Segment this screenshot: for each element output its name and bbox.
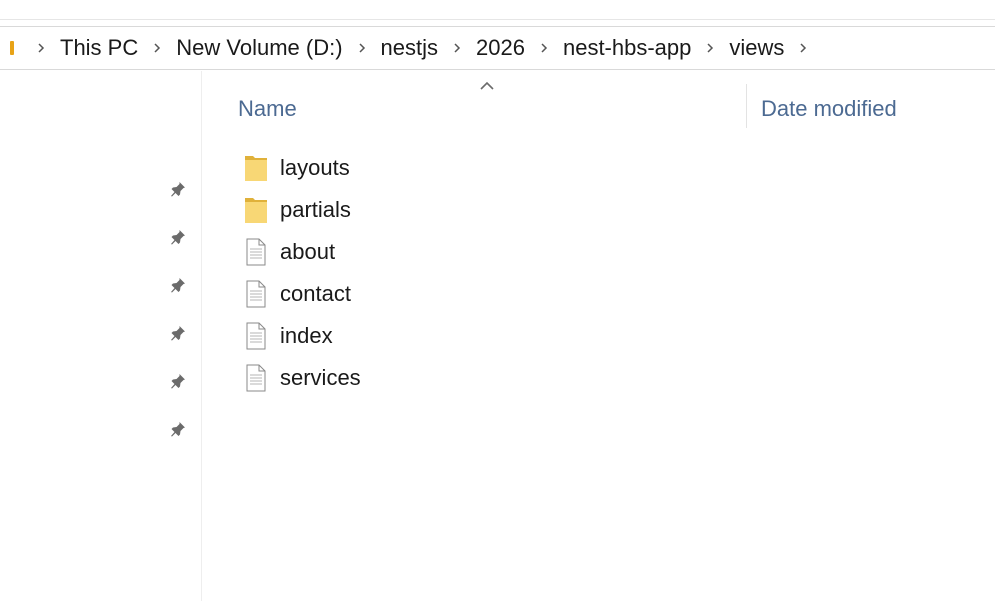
- folder-icon: [242, 195, 270, 225]
- list-item-file-contact[interactable]: contact: [238, 273, 738, 315]
- location-icon: [10, 41, 14, 55]
- pin-icon[interactable]: [166, 369, 190, 393]
- chevron-right-icon[interactable]: [792, 42, 814, 54]
- pin-icon[interactable]: [166, 225, 190, 249]
- list-item-folder-partials[interactable]: partials: [238, 189, 738, 231]
- chevron-right-icon[interactable]: [699, 42, 721, 54]
- column-divider[interactable]: [746, 84, 747, 128]
- pin-icon[interactable]: [166, 417, 190, 441]
- chevron-right-icon[interactable]: [446, 42, 468, 54]
- breadcrumb-nestjs[interactable]: nestjs: [373, 35, 446, 61]
- column-header-name[interactable]: Name: [238, 84, 743, 134]
- file-name: layouts: [280, 155, 350, 180]
- breadcrumb-this-pc[interactable]: This PC: [52, 35, 146, 61]
- breadcrumb-nest-hbs-app[interactable]: nest-hbs-app: [555, 35, 699, 61]
- chevron-right-icon[interactable]: [351, 42, 373, 54]
- document-icon: [242, 321, 270, 351]
- file-list: layouts partials about contact index ser…: [238, 147, 738, 399]
- file-name: index: [280, 323, 333, 348]
- list-item-file-index[interactable]: index: [238, 315, 738, 357]
- list-item-file-services[interactable]: services: [238, 357, 738, 399]
- chevron-right-icon[interactable]: [533, 42, 555, 54]
- document-icon: [242, 363, 270, 393]
- document-icon: [242, 237, 270, 267]
- toolbar-divider: [0, 19, 995, 20]
- breadcrumb-2026[interactable]: 2026: [468, 35, 533, 61]
- file-name: partials: [280, 197, 351, 222]
- folder-icon: [242, 153, 270, 183]
- file-explorer-window: This PC New Volume (D:) nestjs 2026 nest…: [0, 0, 995, 601]
- navigation-pane: [0, 71, 202, 601]
- list-item-folder-layouts[interactable]: layouts: [238, 147, 738, 189]
- address-bar[interactable]: This PC New Volume (D:) nestjs 2026 nest…: [0, 26, 995, 70]
- breadcrumb-views[interactable]: views: [721, 35, 792, 61]
- breadcrumb-new-volume[interactable]: New Volume (D:): [168, 35, 350, 61]
- file-name: contact: [280, 281, 351, 306]
- file-name: services: [280, 365, 361, 390]
- list-item-file-about[interactable]: about: [238, 231, 738, 273]
- file-name: about: [280, 239, 336, 264]
- pin-icon[interactable]: [166, 273, 190, 297]
- column-header-date-modified[interactable]: Date modified: [761, 84, 991, 134]
- document-icon: [242, 279, 270, 309]
- chevron-right-icon[interactable]: [146, 42, 168, 54]
- chevron-right-icon[interactable]: [30, 42, 52, 54]
- pin-icon[interactable]: [166, 177, 190, 201]
- pin-icon[interactable]: [166, 321, 190, 345]
